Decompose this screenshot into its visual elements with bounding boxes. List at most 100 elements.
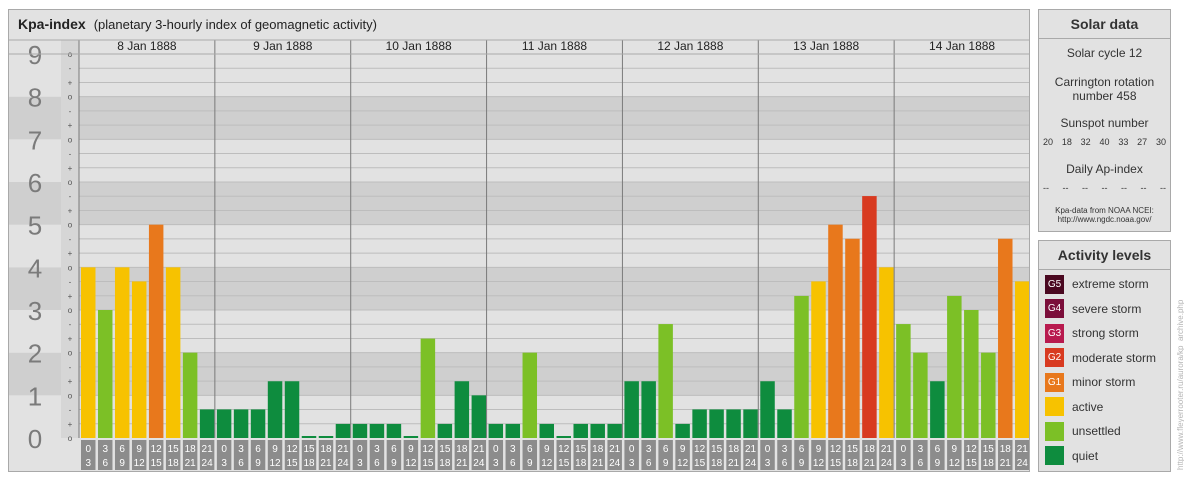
interval-end: 3 [629,458,635,469]
interval-start: 21 [473,444,485,455]
interval-start: 21 [881,444,893,455]
legend-label: strong storm [1072,326,1139,340]
interval-start: 15 [303,444,315,455]
legend-label: active [1072,399,1104,414]
interval-start: 21 [202,444,214,455]
interval-end: 24 [745,458,757,469]
interval-end: 9 [391,458,397,469]
interval-end: 9 [119,458,125,469]
y-subtick: + [68,420,73,429]
level-band-4 [79,224,1029,268]
sunspot-value-1: 18 [1061,137,1072,147]
interval-start: 6 [799,444,805,455]
interval-start: 9 [952,444,958,455]
interval-end: 18 [303,458,315,469]
kp-bar-d1-0 [216,409,232,438]
legend-item-active: active [1045,397,1103,417]
interval-start: 0 [493,444,499,455]
interval-start: 12 [558,444,570,455]
interval-end: 18 [168,458,180,469]
ap-values: -- -- -- -- -- -- -- [1043,183,1166,193]
kp-bar-d6-0 [896,324,911,438]
interval-end: 3 [493,458,499,469]
y-subtick: - [69,235,72,244]
interval-start: 6 [663,444,669,455]
interval-start: 3 [510,444,516,455]
y-subtick: o [68,349,73,358]
interval-start: 6 [255,444,261,455]
kp-bar-d0-4 [148,224,164,438]
interval-end: 6 [102,458,108,469]
sunspot-value-6: 30 [1155,137,1166,147]
y-tick-label-2: 2 [28,339,42,369]
ap-value-2: -- [1082,183,1088,193]
day-label-0: 8 Jan 1888 [117,39,177,53]
level-band-5 [79,182,1029,225]
level-band-8 [79,54,1029,97]
kp-bar-d6-5 [981,352,996,438]
interval-end: 6 [510,458,516,469]
y-subtick: + [68,164,73,173]
legend-label: unsettled [1072,424,1121,438]
interval-end: 24 [337,458,349,469]
kp-bar-d2-1 [369,423,385,438]
interval-end: 9 [255,458,261,469]
legend-label: quiet [1072,448,1099,463]
y-subtick: o [68,306,73,315]
kp-bar-d5-4 [828,224,843,438]
interval-start: 0 [765,444,771,455]
legend-swatch: G3 [1045,323,1064,343]
interval-end: 21 [456,458,468,469]
interval-start: 6 [119,444,125,455]
level-band-6 [79,139,1029,182]
solar-data-title: Solar data [1070,16,1139,32]
interval-start: 9 [136,444,142,455]
interval-end: 12 [949,458,961,469]
kp-bar-d2-6 [454,381,470,438]
legend-item-quiet: quiet [1045,446,1098,466]
interval-start: 15 [847,444,859,455]
kp-bar-d6-6 [998,238,1013,438]
y-tick-label-6: 6 [28,168,42,198]
ap-value-5: -- [1140,183,1147,193]
interval-start: 18 [185,444,197,455]
legend-item-unsettled: unsettled [1045,421,1121,441]
day-label-3: 11 Jan 1888 [522,39,587,53]
ap-value-6: -- [1160,183,1166,193]
y-subtick: - [69,320,72,329]
y-tick-label-0: 0 [28,424,42,454]
y-subtick: + [68,377,73,386]
kp-bar-d5-3 [811,281,826,438]
interval-end: 9 [935,458,941,469]
activity-levels-title: Activity levels [1057,247,1152,263]
kp-bar-d6-2 [930,381,945,438]
solar-data-panel: Solar data Solar cycle 12 Carrington rot… [1038,9,1171,232]
kp-bar-d3-7 [607,423,622,438]
sunspot-value-3: 40 [1099,137,1110,147]
y-subtick: - [69,278,72,287]
legend-swatch: G1 [1045,372,1064,392]
legend-label: moderate storm [1072,350,1157,365]
sunspot-value-0: 20 [1043,137,1054,147]
interval-start: 12 [422,444,434,455]
interval-start: 12 [151,444,163,455]
legend-label: extreme storm [1072,277,1149,291]
source-link[interactable]: http://www.ngdc.noaa.gov/ [1039,215,1170,225]
day-label-2: 10 Jan 1888 [386,39,452,53]
kpa-chart: 0123456789o+-o+-o+-o+-o+-o+-o+-o+-o+-o8 … [9,39,1029,470]
interval-end: 15 [422,458,434,469]
y-subtick: o [68,178,73,187]
interval-end: 21 [728,458,740,469]
interval-end: 12 [677,458,689,469]
kp-bar-d0-5 [165,267,181,438]
carrington-line1: Carrington rotation [1054,75,1155,89]
y-subtick: - [69,192,72,201]
interval-start: 3 [918,444,924,455]
day-label-6: 14 Jan 1888 [929,39,995,53]
interval-start: 15 [983,444,995,455]
kp-bar-d5-7 [879,267,894,438]
kp-bar-d6-3 [947,295,962,438]
interval-start: 3 [646,444,652,455]
interval-end: 9 [799,458,805,469]
y-subtick: + [68,121,73,130]
